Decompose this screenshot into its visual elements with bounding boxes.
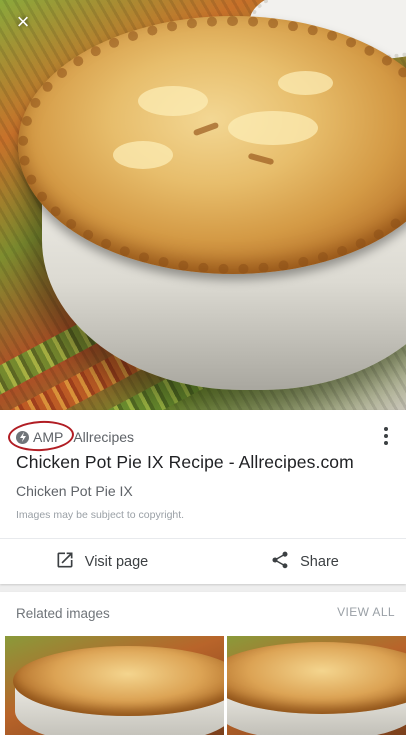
more-vert-icon (384, 427, 388, 431)
share-button[interactable]: Share (203, 539, 406, 584)
hero-image[interactable]: × (0, 0, 406, 410)
more-options-button[interactable] (378, 424, 394, 448)
result-title[interactable]: Chicken Pot Pie IX Recipe - Allrecipes.c… (16, 452, 354, 473)
source-name[interactable]: Allrecipes (73, 429, 134, 445)
view-all-link[interactable]: VIEW ALL (337, 605, 395, 619)
amp-badge: AMP (16, 429, 63, 445)
amp-label: AMP (33, 429, 64, 445)
share-icon (270, 550, 290, 574)
open-in-new-icon (55, 550, 75, 574)
related-images-title: Related images (16, 606, 110, 621)
result-subtitle: Chicken Pot Pie IX (16, 483, 133, 499)
close-icon: × (16, 9, 30, 34)
related-image-thumbnail[interactable] (227, 636, 406, 735)
visit-page-label: Visit page (84, 553, 149, 570)
image-viewer: × AMP Allrecipes Chicken Pot Pie IX Reci… (0, 0, 406, 735)
copyright-notice: Images may be subject to copyright. (16, 509, 185, 521)
visit-page-button[interactable]: Visit page (0, 539, 203, 584)
related-images-section: Related images VIEW ALL (0, 592, 406, 735)
share-label: Share (300, 553, 339, 570)
image-info-card: AMP Allrecipes Chicken Pot Pie IX Recipe… (0, 410, 406, 584)
related-image-thumbnail[interactable] (5, 636, 224, 735)
thumb-crust (227, 642, 406, 714)
close-button[interactable]: × (9, 8, 37, 36)
amp-bolt-icon (16, 430, 29, 444)
source-row: AMP Allrecipes (7, 419, 134, 453)
